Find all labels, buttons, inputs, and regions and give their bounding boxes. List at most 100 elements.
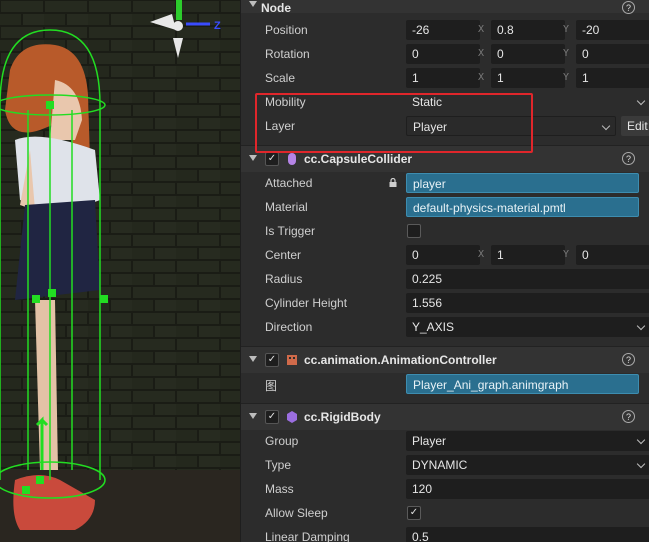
direction-label: Direction <box>265 320 313 334</box>
help-icon[interactable]: ? <box>622 1 635 14</box>
type-select[interactable]: DYNAMIC <box>406 455 649 475</box>
is-trigger-label: Is Trigger <box>265 224 316 238</box>
y-axis-label: Y <box>562 72 570 83</box>
radius-input[interactable]: 0.225 <box>406 269 649 289</box>
capsule-collider-header[interactable]: ✓ cc.CapsuleCollider ? ⋮ <box>241 145 649 172</box>
rotation-y-input[interactable]: 0 <box>491 44 565 64</box>
mass-label: Mass <box>265 482 294 496</box>
scene-view[interactable]: Z <box>0 0 240 542</box>
position-y-input[interactable]: 0.8 <box>491 20 565 40</box>
center-z-input[interactable]: 0 <box>576 245 649 265</box>
linear-damping-label: Linear Damping <box>265 530 350 542</box>
animation-controller-icon <box>287 355 297 365</box>
cylinder-height-label: Cylinder Height <box>265 296 348 310</box>
attached-label: Attached <box>265 176 313 190</box>
help-icon[interactable]: ? <box>622 353 635 366</box>
help-icon[interactable]: ? <box>622 152 635 165</box>
scale-label: Scale <box>265 71 296 85</box>
node-header[interactable]: Node ? ⋮ <box>241 0 649 15</box>
x-axis-label: X <box>477 24 485 35</box>
group-label: Group <box>265 434 299 448</box>
capsule-collider-title: cc.CapsuleCollider <box>304 152 413 166</box>
scene-canvas[interactable]: Z <box>0 0 240 542</box>
mobility-select[interactable]: Static <box>406 92 649 112</box>
z-axis-label: Z <box>214 20 221 32</box>
cylinder-height-input[interactable]: 1.556 <box>406 293 649 313</box>
mobility-label: Mobility <box>265 95 306 109</box>
mass-row: Mass 120 <box>241 477 649 501</box>
layer-row: Layer Player Edit <box>241 114 649 138</box>
material-row: Material default-physics-material.pmtl <box>241 195 649 219</box>
allow-sleep-checkbox[interactable]: ✓ <box>407 506 421 520</box>
center-label: Center <box>265 248 302 262</box>
help-icon[interactable]: ? <box>622 410 635 423</box>
position-label: Position <box>265 23 308 37</box>
linear-damping-row: Linear Damping 0.5 <box>241 525 649 542</box>
is-trigger-row: Is Trigger <box>241 219 649 243</box>
component-enabled-checkbox[interactable]: ✓ <box>265 410 279 424</box>
more-icon[interactable]: ⋮ <box>644 151 649 165</box>
position-row: Position -26 X 0.8 Y -20 <box>241 18 649 42</box>
anim-graph-label: 图 <box>265 379 278 393</box>
x-axis-label: X <box>477 72 485 83</box>
rotation-z-input[interactable]: 0 <box>576 44 649 64</box>
center-row: Center 0 X 1 Y 0 <box>241 243 649 267</box>
center-y-input[interactable]: 1 <box>491 245 565 265</box>
x-axis-label: X <box>477 48 485 59</box>
rotation-row: Rotation 0 X 0 Y 0 <box>241 42 649 66</box>
component-enabled-checkbox[interactable]: ✓ <box>265 152 279 166</box>
position-x-input[interactable]: -26 <box>406 20 480 40</box>
anim-graph-row: 图 Player_Ani_graph.animgraph <box>241 372 649 396</box>
material-asset-field[interactable]: default-physics-material.pmtl <box>406 197 639 217</box>
node-section-title: Node <box>261 1 291 15</box>
more-icon[interactable]: ⋮ <box>644 352 649 366</box>
rigidbody-title: cc.RigidBody <box>304 410 381 424</box>
scale-y-input[interactable]: 1 <box>491 68 565 88</box>
animation-controller-header[interactable]: ✓ cc.animation.AnimationController ? ⋮ <box>241 346 649 373</box>
attached-node-field[interactable]: player <box>406 173 639 193</box>
scale-row: Scale 1 X 1 Y 1 <box>241 66 649 90</box>
linear-damping-input[interactable]: 0.5 <box>406 527 649 542</box>
capsule-collider-icon <box>288 153 296 165</box>
collapse-caret-icon[interactable] <box>249 1 257 7</box>
inspector-panel: Node ? ⋮ Position -26 X 0.8 Y -20 Rotati… <box>240 0 649 542</box>
scale-z-input[interactable]: 1 <box>576 68 649 88</box>
direction-row: Direction Y_AXIS <box>241 315 649 339</box>
scale-x-input[interactable]: 1 <box>406 68 480 88</box>
component-enabled-checkbox[interactable]: ✓ <box>265 353 279 367</box>
more-icon[interactable]: ⋮ <box>644 409 649 423</box>
type-label: Type <box>265 458 292 472</box>
allow-sleep-label: Allow Sleep <box>265 506 328 520</box>
attached-row: Attached player <box>241 171 649 195</box>
group-row: Group Player <box>241 429 649 453</box>
center-x-input[interactable]: 0 <box>406 245 480 265</box>
collapse-caret-icon[interactable] <box>249 155 257 161</box>
material-label: Material <box>265 200 308 214</box>
layer-edit-button[interactable]: Edit <box>621 116 649 136</box>
lock-icon <box>389 178 397 187</box>
y-axis-label: Y <box>562 249 570 260</box>
mass-input[interactable]: 120 <box>406 479 649 499</box>
type-row: Type DYNAMIC <box>241 453 649 477</box>
rigidbody-icon <box>287 411 297 423</box>
rotation-x-input[interactable]: 0 <box>406 44 480 64</box>
is-trigger-checkbox[interactable] <box>407 224 421 238</box>
radius-row: Radius 0.225 <box>241 267 649 291</box>
rigidbody-header[interactable]: ✓ cc.RigidBody ? ⋮ <box>241 403 649 430</box>
collapse-caret-icon[interactable] <box>249 356 257 362</box>
position-z-input[interactable]: -20 <box>576 20 649 40</box>
group-select[interactable]: Player <box>406 431 649 451</box>
mobility-row: Mobility Static <box>241 90 649 114</box>
y-axis-label: Y <box>562 48 570 59</box>
collapse-caret-icon[interactable] <box>249 413 257 419</box>
rotation-label: Rotation <box>265 47 310 61</box>
radius-label: Radius <box>265 272 303 286</box>
animation-controller-title: cc.animation.AnimationController <box>304 353 497 367</box>
layer-select[interactable]: Player <box>406 116 616 136</box>
direction-select[interactable]: Y_AXIS <box>406 317 649 337</box>
cylinder-height-row: Cylinder Height 1.556 <box>241 291 649 315</box>
x-axis-label: X <box>477 249 485 260</box>
more-icon[interactable]: ⋮ <box>644 0 649 14</box>
layer-label: Layer <box>265 119 296 133</box>
anim-graph-asset-field[interactable]: Player_Ani_graph.animgraph <box>406 374 639 394</box>
